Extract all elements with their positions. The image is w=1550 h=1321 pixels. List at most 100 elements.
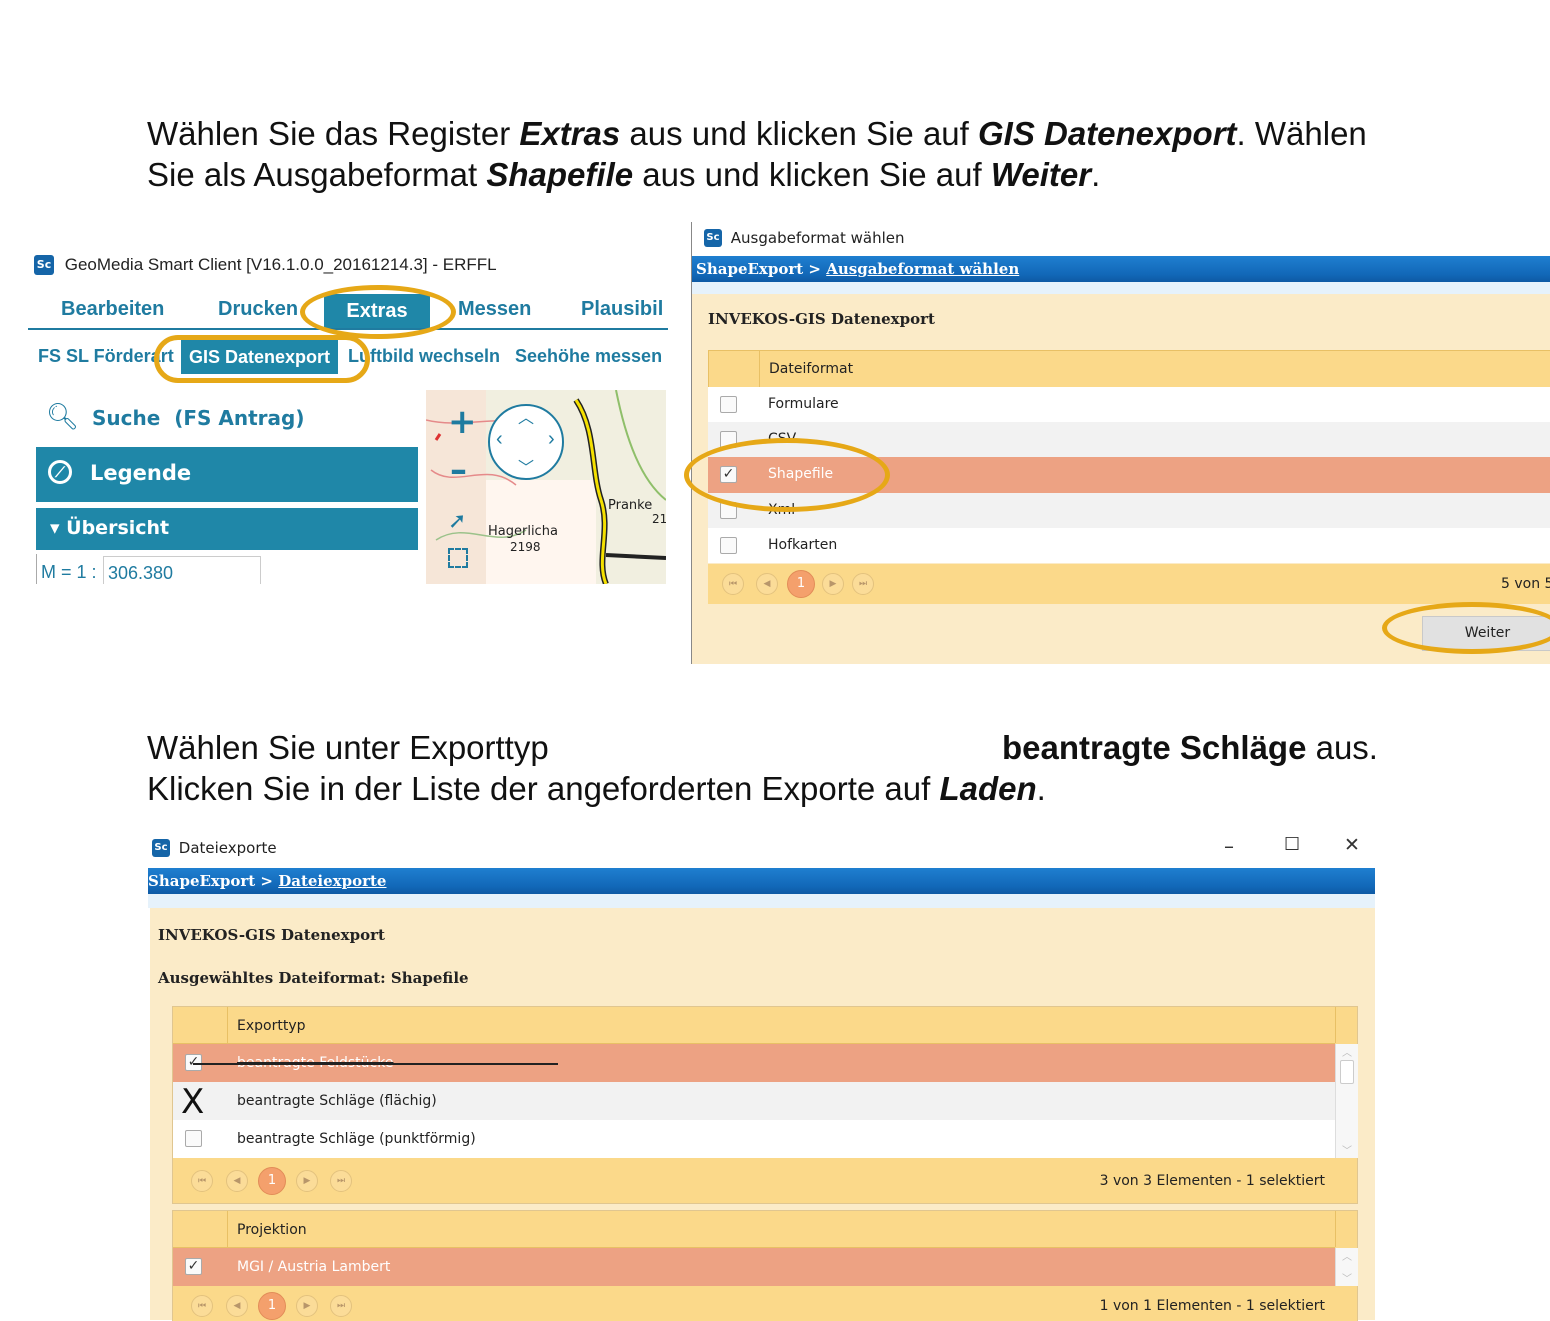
tab-drucken[interactable]: Drucken bbox=[218, 298, 298, 321]
list-item[interactable]: Hofkarten bbox=[708, 528, 1550, 563]
instruction-line-tail: beantragte Schläge aus. bbox=[1002, 727, 1378, 768]
text: aus. bbox=[1306, 729, 1378, 766]
dialog-title-bar: Sc Dateiexporte bbox=[152, 838, 277, 857]
column-exporttyp[interactable]: Exporttyp bbox=[237, 1018, 306, 1034]
zoom-in-icon[interactable]: + bbox=[448, 402, 477, 442]
scale-input[interactable]: 306.380 bbox=[103, 556, 261, 584]
scroll-thumb[interactable] bbox=[1340, 1060, 1354, 1084]
pager: ⏮ ◀ 1 ▶ ⏭ 1 von 1 Elementen - 1 selektie… bbox=[173, 1287, 1357, 1321]
maximize-button[interactable]: ☐ bbox=[1284, 834, 1300, 855]
breadcrumb-root: ShapeExport bbox=[696, 260, 804, 278]
tab-messen[interactable]: Messen bbox=[458, 298, 531, 321]
dialog-heading: INVEKOS-GIS Datenexport bbox=[708, 310, 935, 328]
table-row-selected[interactable]: ✓ MGI / Austria Lambert bbox=[173, 1248, 1335, 1286]
row-checkbox[interactable] bbox=[185, 1130, 202, 1147]
breadcrumb-root: ShapeExport bbox=[148, 872, 256, 890]
text: aus und klicken Sie auf bbox=[620, 115, 978, 152]
grid-header: Projektion bbox=[173, 1211, 1335, 1248]
prev-page-icon[interactable]: ◀ bbox=[226, 1295, 248, 1317]
row-checkbox[interactable] bbox=[720, 537, 737, 554]
highlight-ring-extras bbox=[300, 285, 456, 339]
table-row[interactable]: X beantragte Schläge (flächig) bbox=[173, 1082, 1335, 1122]
app-logo-icon: Sc bbox=[34, 254, 54, 275]
dateiexporte-dialog: Sc Dateiexporte – ☐ ✕ ShapeExport > Date… bbox=[148, 830, 1375, 1321]
dialog-title-bar: Sc Ausgabeformat wählen bbox=[704, 228, 905, 247]
first-page-icon[interactable]: ⏮ bbox=[191, 1295, 213, 1317]
pan-right-icon[interactable]: › bbox=[548, 428, 555, 451]
emph-laden: Laden bbox=[939, 770, 1037, 807]
item-count: 1 von 1 Elementen - 1 selektiert bbox=[1099, 1298, 1325, 1314]
tab-bearbeiten[interactable]: Bearbeiten bbox=[61, 298, 164, 321]
app-logo-icon: Sc bbox=[152, 838, 170, 857]
export-type-grid: Exporttyp ✓ beantragte Feldstücke X bean… bbox=[172, 1006, 1358, 1204]
last-page-icon[interactable]: ⏭ bbox=[852, 573, 874, 595]
prev-page-icon[interactable]: ◀ bbox=[226, 1170, 248, 1192]
tab-plausibil[interactable]: Plausibil bbox=[581, 298, 663, 321]
breadcrumb: ShapeExport > Dateiexporte bbox=[148, 868, 1375, 894]
breadcrumb-underbar bbox=[148, 894, 1375, 908]
breadcrumb-current[interactable]: Dateiexporte bbox=[278, 872, 386, 890]
breadcrumb-current[interactable]: Ausgabeformat wählen bbox=[826, 260, 1019, 278]
scroll-up-icon[interactable]: ︿ bbox=[1342, 1248, 1352, 1263]
legend-bar[interactable]: ⟋ Legende bbox=[36, 447, 418, 502]
window-title: GeoMedia Smart Client [V16.1.0.0_2016121… bbox=[64, 254, 497, 274]
first-page-icon[interactable]: ⏮ bbox=[722, 573, 744, 595]
pan-up-icon[interactable]: ︿ bbox=[518, 404, 534, 428]
table-row-selected[interactable]: ✓ beantragte Feldstücke bbox=[173, 1044, 1335, 1082]
instruction-line: Wählen Sie unter Exporttyp beantragte Sc… bbox=[147, 727, 1447, 768]
projection-grid: Projektion ✓ MGI / Austria Lambert ︿ ﹀ ⏮… bbox=[172, 1210, 1358, 1321]
table-row[interactable]: beantragte Schläge (punktförmig) bbox=[173, 1120, 1335, 1158]
instruction-line: Sie als Ausgabeformat Shapefile aus und … bbox=[147, 154, 1447, 195]
pan-left-icon[interactable]: ‹ bbox=[496, 428, 503, 451]
overview-bar[interactable]: ▾ Übersicht bbox=[36, 508, 418, 550]
zoom-out-icon[interactable]: – bbox=[450, 450, 467, 490]
pager: ⏮ ◀ 1 ▶ ⏭ 5 von 5 bbox=[708, 564, 1550, 604]
text: Wählen Sie unter Exporttyp bbox=[147, 729, 549, 766]
prev-page-icon[interactable]: ◀ bbox=[756, 573, 778, 595]
search-label: Suche (FS Antrag) bbox=[92, 406, 305, 430]
select-arrow-icon[interactable]: ➚ bbox=[448, 508, 466, 534]
vertical-scrollbar[interactable]: ︿ ﹀ bbox=[1335, 1044, 1358, 1158]
zoom-box-icon[interactable] bbox=[448, 548, 468, 568]
row-label: Hofkarten bbox=[768, 537, 838, 553]
grid-header-scroll-cell bbox=[1335, 1007, 1358, 1043]
pager: ⏮ ◀ 1 ▶ ⏭ 3 von 3 Elementen - 1 selektie… bbox=[173, 1159, 1357, 1203]
instruction-line: Klicken Sie in der Liste der angefordert… bbox=[147, 768, 1447, 809]
map-label: Pranke bbox=[608, 498, 653, 513]
grid-header-check-cell bbox=[173, 1211, 228, 1247]
last-page-icon[interactable]: ⏭ bbox=[330, 1295, 352, 1317]
current-page[interactable]: 1 bbox=[787, 570, 815, 598]
overview-text: Übersicht bbox=[66, 517, 170, 539]
search-icon: 🔍︎ bbox=[46, 402, 80, 432]
grid-header: Exporttyp bbox=[173, 1007, 1335, 1044]
row-checkbox-checked[interactable]: ✓ bbox=[185, 1258, 202, 1275]
scroll-down-icon[interactable]: ﹀ bbox=[1342, 1142, 1352, 1157]
subtab-seehoehe-messen[interactable]: Seehöhe messen bbox=[515, 346, 662, 367]
next-page-icon[interactable]: ▶ bbox=[822, 573, 844, 595]
scale-row: M = 1 : 306.380 bbox=[36, 554, 419, 584]
column-dateiformat[interactable]: Dateiformat bbox=[769, 361, 853, 377]
last-page-icon[interactable]: ⏭ bbox=[330, 1170, 352, 1192]
subtab-luftbild-wechseln[interactable]: Luftbild wechseln bbox=[348, 346, 500, 367]
minimize-button[interactable]: – bbox=[1224, 834, 1234, 858]
row-checkbox[interactable] bbox=[720, 396, 737, 413]
map-label: Hagerlicha bbox=[488, 524, 558, 539]
dialog-heading: INVEKOS-GIS Datenexport bbox=[158, 926, 385, 944]
current-page[interactable]: 1 bbox=[258, 1292, 286, 1320]
vertical-scrollbar[interactable]: ︿ ﹀ bbox=[1335, 1248, 1358, 1286]
scroll-up-icon[interactable]: ︿ bbox=[1342, 1044, 1352, 1059]
map-view[interactable]: + – ︿ ‹ › ﹀ ➚ Pranke 21 Hagerlicha 2198 bbox=[426, 390, 666, 584]
current-page[interactable]: 1 bbox=[258, 1167, 286, 1195]
next-page-icon[interactable]: ▶ bbox=[296, 1170, 318, 1192]
next-page-icon[interactable]: ▶ bbox=[296, 1295, 318, 1317]
item-count: 5 von 5 bbox=[1501, 576, 1550, 592]
search-row[interactable]: 🔍︎ Suche (FS Antrag) bbox=[46, 398, 416, 438]
first-page-icon[interactable]: ⏮ bbox=[191, 1170, 213, 1192]
column-projektion[interactable]: Projektion bbox=[237, 1222, 307, 1238]
highlight-ring-shapefile bbox=[684, 438, 890, 512]
list-item[interactable]: Formulare bbox=[708, 387, 1550, 422]
close-button[interactable]: ✕ bbox=[1344, 834, 1360, 856]
scroll-down-icon[interactable]: ﹀ bbox=[1342, 1270, 1352, 1285]
pan-down-icon[interactable]: ﹀ bbox=[518, 454, 534, 478]
text: . bbox=[1036, 770, 1046, 807]
